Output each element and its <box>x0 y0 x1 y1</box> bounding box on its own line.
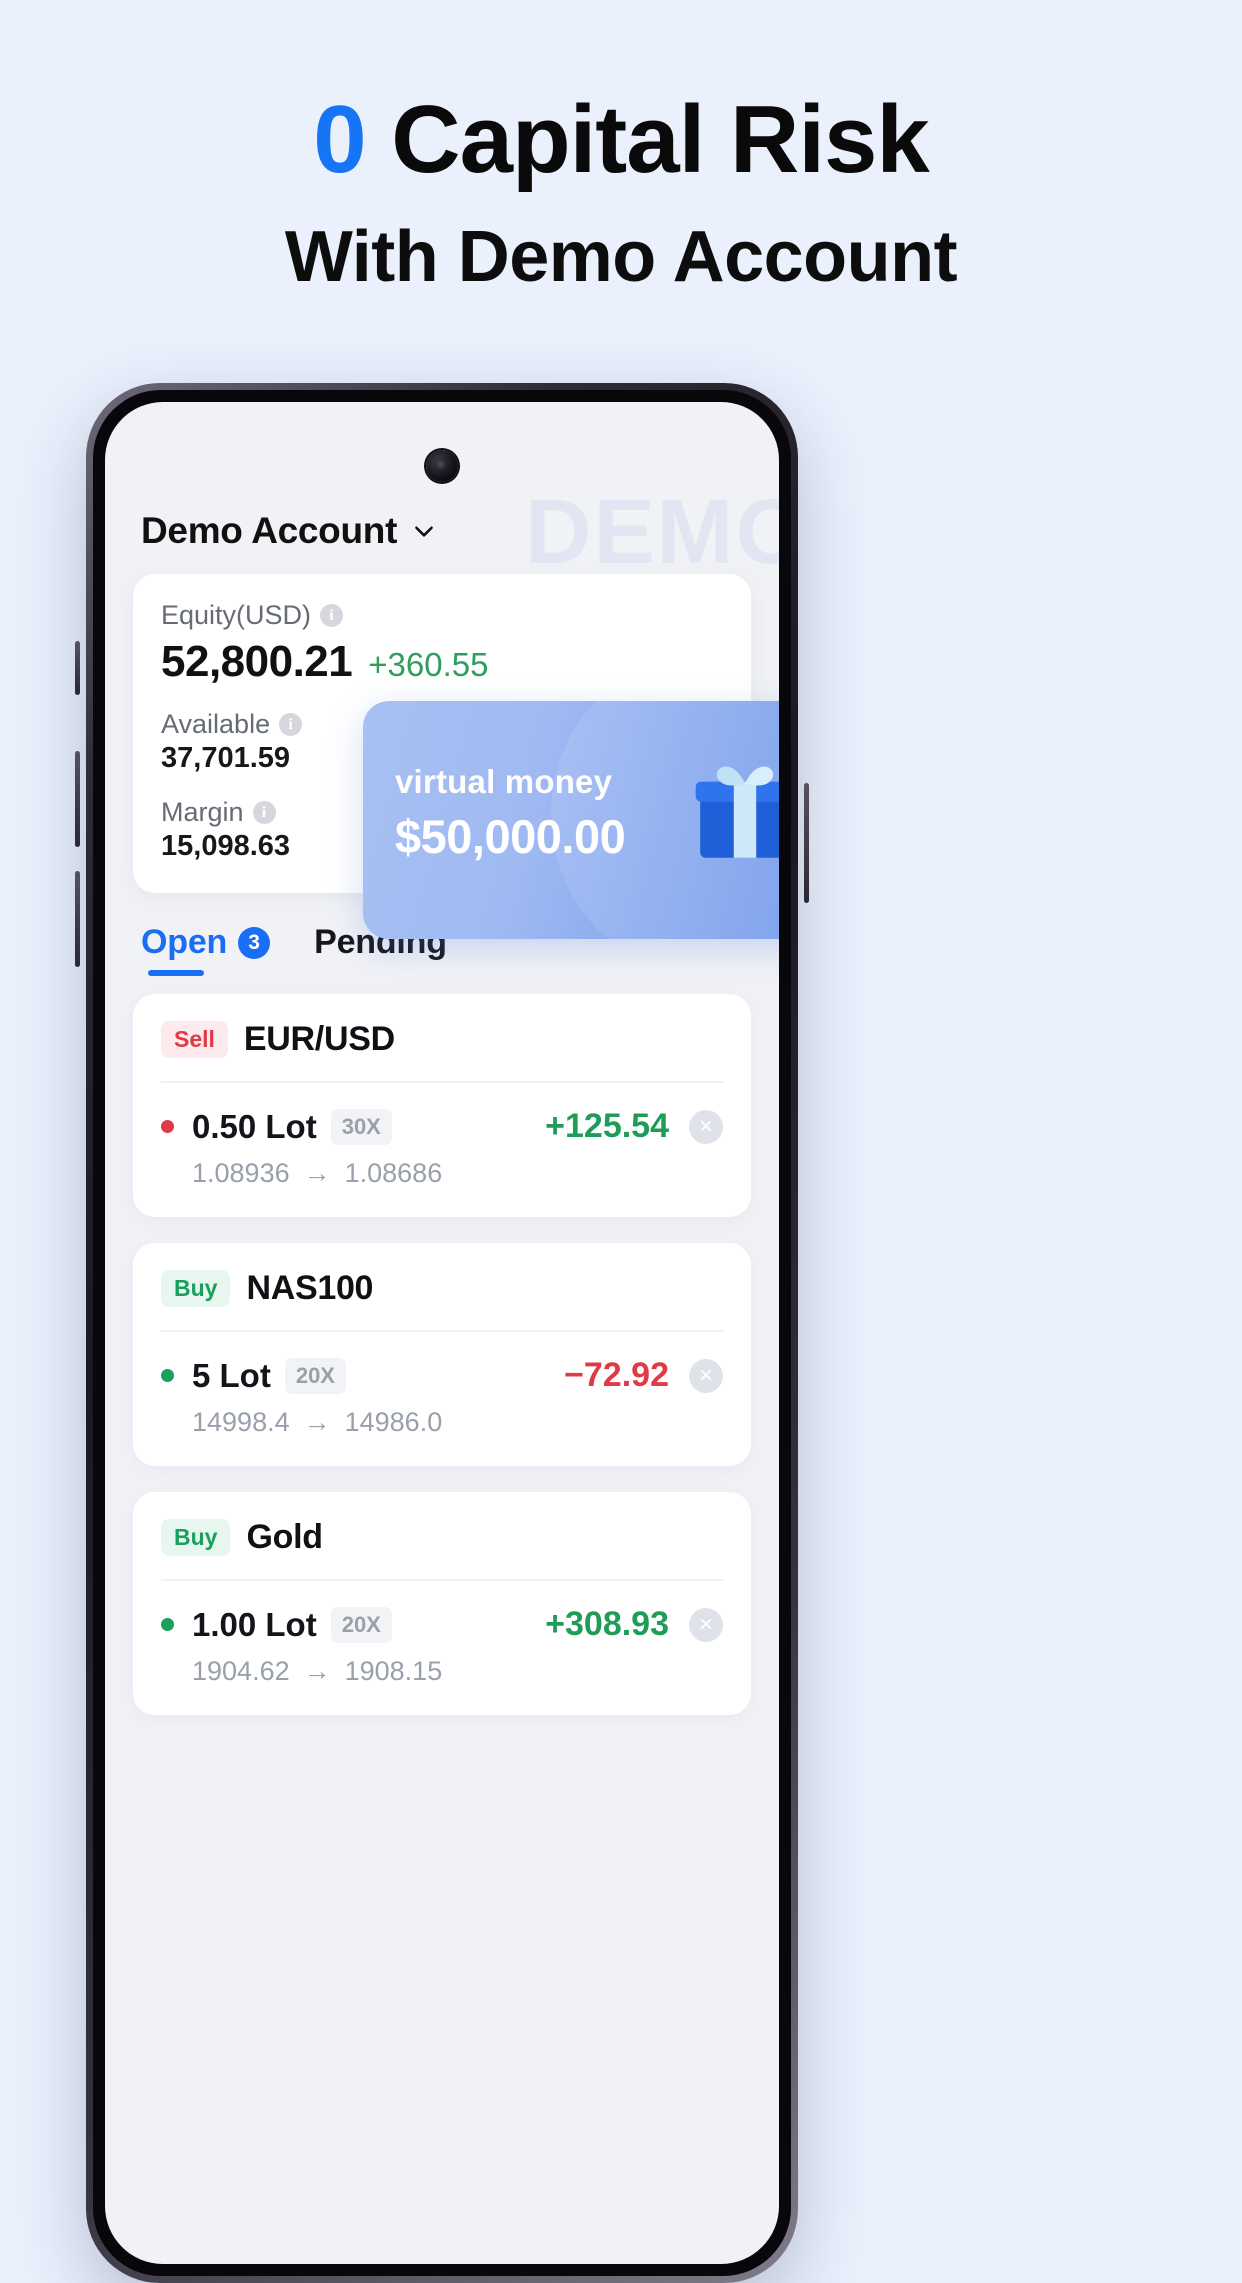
equity-change: +360.55 <box>368 646 489 683</box>
tab-open-badge: 3 <box>238 926 271 959</box>
trade-current-price: 1908.15 <box>344 1656 443 1686</box>
trade-current-price: 14986.0 <box>344 1407 443 1437</box>
trade-lot: 5 Lot <box>192 1356 271 1394</box>
trade-open-price: 1904.62 <box>192 1656 290 1686</box>
equity-value: 52,800.21 <box>161 637 353 686</box>
headline-zero: 0 <box>313 86 366 193</box>
trade-symbol: NAS100 <box>246 1269 374 1307</box>
status-badge: Buy <box>161 1519 231 1556</box>
equity-label-row: Equity(USD) i <box>161 600 723 631</box>
close-circle-icon[interactable]: × <box>689 1109 723 1144</box>
account-switcher[interactable]: Demo Account <box>133 510 751 552</box>
trade-prices: 14998.4 → 14986.0 <box>161 1407 723 1438</box>
trade-symbol: EUR/USD <box>243 1020 395 1058</box>
page-title: 0 Capital Risk <box>0 86 1242 194</box>
available-label: Available <box>161 709 271 739</box>
trade-body: 0.50 Lot 30X +125.54 × 1.08936 → 1.08686 <box>161 1081 723 1189</box>
phone-button-power <box>804 783 809 903</box>
phone-mockup: DEMO Demo Account Equity(USD) i 52,800.2… <box>75 383 809 2283</box>
app-content: Demo Account Equity(USD) i 52,800.21 +36… <box>105 402 779 2264</box>
equity-label: Equity(USD) <box>161 600 312 630</box>
trade-open-price: 1.08936 <box>192 1158 290 1188</box>
direction-dot-icon <box>161 1369 174 1382</box>
tab-open[interactable]: Open 3 <box>141 923 271 976</box>
trade-prices: 1904.62 → 1908.15 <box>161 1656 723 1687</box>
table-row[interactable]: Buy Gold 1.00 Lot 20X +308.93 × 1904.62 … <box>133 1492 751 1715</box>
trade-main-row: 5 Lot 20X −72.92 × <box>161 1356 723 1395</box>
phone-screen: DEMO Demo Account Equity(USD) i 52,800.2… <box>105 402 779 2264</box>
headline-rest: Capital Risk <box>365 86 930 193</box>
trade-lot: 1.00 Lot <box>192 1605 317 1643</box>
direction-dot-icon <box>161 1618 174 1631</box>
trade-pnl: −72.92 <box>564 1356 669 1394</box>
open-positions-list: Sell EUR/USD 0.50 Lot 30X +125.54 × 1.08… <box>133 994 751 1715</box>
table-row[interactable]: Sell EUR/USD 0.50 Lot 30X +125.54 × 1.08… <box>133 994 751 1217</box>
trade-header: Sell EUR/USD <box>161 1020 723 1081</box>
trade-pnl: +308.93 <box>545 1605 669 1643</box>
trade-symbol: Gold <box>246 1518 323 1556</box>
phone-button-volume-up <box>75 751 80 847</box>
gift-icon <box>695 766 779 858</box>
trade-leverage: 30X <box>330 1108 392 1145</box>
trade-header: Buy Gold <box>161 1518 723 1579</box>
banner-text: virtual money $50,000.00 <box>395 763 626 864</box>
close-circle-icon[interactable]: × <box>689 1358 723 1393</box>
close-circle-icon[interactable]: × <box>689 1607 723 1642</box>
phone-button-volume-down <box>75 871 80 967</box>
info-icon[interactable]: i <box>252 801 276 824</box>
trade-body: 1.00 Lot 20X +308.93 × 1904.62 → 1908.15 <box>161 1579 723 1687</box>
account-name: Demo Account <box>141 510 398 551</box>
tab-open-label: Open <box>141 923 228 961</box>
equity-value-row: 52,800.21 +360.55 <box>161 637 723 687</box>
trade-open-price: 14998.4 <box>192 1407 290 1437</box>
info-icon[interactable]: i <box>279 713 303 736</box>
arrow-right-icon: → <box>303 1158 331 1188</box>
trade-main-row: 1.00 Lot 20X +308.93 × <box>161 1605 723 1644</box>
margin-label: Margin <box>161 797 244 827</box>
front-camera-icon <box>426 450 458 482</box>
trade-lot: 0.50 Lot <box>192 1107 317 1145</box>
trade-body: 5 Lot 20X −72.92 × 14998.4 → 14986.0 <box>161 1330 723 1438</box>
tab-active-indicator <box>148 970 204 976</box>
status-badge: Buy <box>161 1270 231 1307</box>
chevron-down-icon <box>415 526 433 537</box>
trade-header: Buy NAS100 <box>161 1269 723 1330</box>
status-badge: Sell <box>161 1021 228 1058</box>
arrow-right-icon: → <box>303 1407 331 1437</box>
phone-bezel: DEMO Demo Account Equity(USD) i 52,800.2… <box>93 390 791 2276</box>
banner-amount: $50,000.00 <box>395 810 626 863</box>
arrow-right-icon: → <box>303 1656 331 1686</box>
trade-leverage: 20X <box>284 1357 346 1394</box>
phone-button-silent <box>75 641 80 695</box>
table-row[interactable]: Buy NAS100 5 Lot 20X −72.92 × 14998.4 → … <box>133 1243 751 1466</box>
trade-prices: 1.08936 → 1.08686 <box>161 1158 723 1189</box>
virtual-money-banner[interactable]: virtual money $50,000.00 <box>363 701 779 939</box>
trade-main-row: 0.50 Lot 30X +125.54 × <box>161 1107 723 1146</box>
trade-current-price: 1.08686 <box>344 1158 443 1188</box>
banner-title: virtual money <box>395 763 613 800</box>
info-icon[interactable]: i <box>320 604 344 627</box>
trade-leverage: 20X <box>330 1606 392 1643</box>
direction-dot-icon <box>161 1120 174 1133</box>
trade-pnl: +125.54 <box>545 1107 669 1145</box>
page-subtitle: With Demo Account <box>284 216 958 297</box>
promo-header: 0 Capital Risk With Demo Account <box>0 0 1242 298</box>
